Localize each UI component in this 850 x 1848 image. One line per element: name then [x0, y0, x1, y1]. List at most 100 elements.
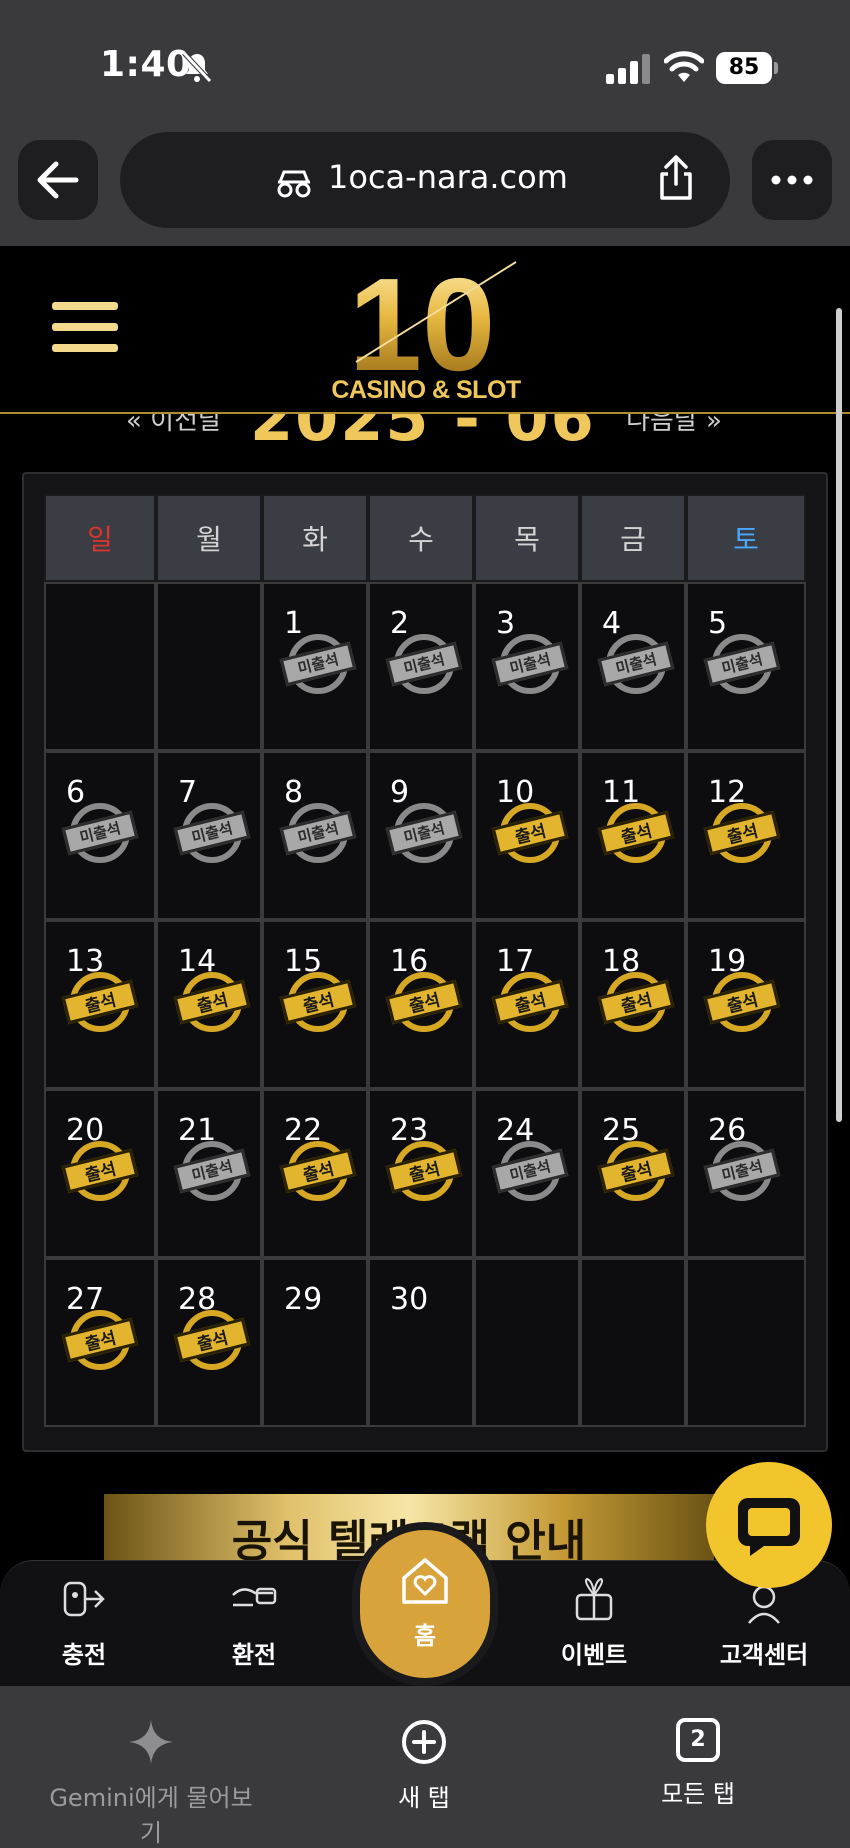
attended-stamp: 출석 — [596, 803, 676, 867]
battery-icon: 85 — [716, 52, 778, 84]
page-scrollbar[interactable] — [836, 308, 842, 1122]
chat-button[interactable] — [706, 1462, 832, 1588]
attended-stamp: 출석 — [60, 1310, 140, 1374]
web-content: 10 CASINO & SLOT « 이전달 2025 - 06 다음달 » 일… — [0, 246, 850, 1686]
url-bar[interactable]: 1oca-nara.com — [120, 132, 730, 228]
absent-stamp: 미출석 — [384, 634, 464, 698]
svg-text:10: 10 — [349, 252, 496, 382]
calendar-day-cell[interactable]: 15 출석 — [262, 920, 368, 1089]
absent-stamp: 미출석 — [490, 1141, 570, 1205]
gemini-label: Gemini에게 물어보기 — [49, 1784, 253, 1847]
calendar-empty-cell — [474, 1258, 580, 1427]
url-text: 1oca-nara.com — [328, 158, 568, 196]
calendar-day-cell[interactable]: 28 출석 — [156, 1258, 262, 1427]
site-header: 10 CASINO & SLOT — [0, 246, 850, 414]
gemini-sparkle-icon — [129, 1720, 173, 1764]
calendar-week-row: 13 출석 14 출석 15 출석 16 출석 17 출석 18 출석 19 출석 — [44, 920, 806, 1089]
weekday-header-cell: 목 — [474, 494, 580, 582]
calendar-day-cell[interactable]: 11 출석 — [580, 751, 686, 920]
calendar-day-cell[interactable]: 16 출석 — [368, 920, 474, 1089]
nav-event[interactable]: 이벤트 — [534, 1575, 654, 1670]
site-logo[interactable]: 10 CASINO & SLOT — [316, 251, 536, 412]
attended-stamp: 출석 — [702, 803, 782, 867]
calendar-day-cell[interactable]: 5 미출석 — [686, 582, 806, 751]
nav-deposit[interactable]: 충전 — [24, 1575, 144, 1670]
calendar-day-cell[interactable]: 17 출석 — [474, 920, 580, 1089]
gemini-button[interactable]: Gemini에게 물어보기 — [46, 1718, 256, 1848]
calendar-empty-cell — [686, 1258, 806, 1427]
share-icon[interactable] — [654, 154, 698, 202]
calendar-day-cell[interactable]: 29 — [262, 1258, 368, 1427]
nav-home-button[interactable]: 홈 — [360, 1530, 490, 1678]
calendar-day-cell[interactable]: 27 출석 — [44, 1258, 156, 1427]
hamburger-menu-icon[interactable] — [52, 302, 118, 360]
calendar-day-cell[interactable]: 12 출석 — [686, 751, 806, 920]
site-settings-icon — [277, 170, 311, 198]
calendar-day-cell[interactable]: 13 출석 — [44, 920, 156, 1089]
status-bar: 1:40 85 — [0, 0, 850, 130]
calendar-empty-cell — [156, 582, 262, 751]
calendar-day-cell[interactable]: 18 출석 — [580, 920, 686, 1089]
absent-stamp: 미출석 — [702, 634, 782, 698]
back-button[interactable] — [18, 140, 98, 220]
absent-stamp: 미출석 — [278, 634, 358, 698]
attended-stamp: 출석 — [278, 972, 358, 1036]
nav-home-label: 홈 — [413, 1622, 437, 1650]
calendar-day-cell[interactable]: 23 출석 — [368, 1089, 474, 1258]
calendar-day-cell[interactable]: 10 출석 — [474, 751, 580, 920]
attended-stamp: 출석 — [172, 1310, 252, 1374]
calendar-day-cell[interactable]: 14 출석 — [156, 920, 262, 1089]
calendar-day-cell[interactable]: 3 미출석 — [474, 582, 580, 751]
day-number: 30 — [390, 1282, 429, 1317]
absent-stamp: 미출석 — [172, 1141, 252, 1205]
more-dots-icon — [771, 175, 813, 185]
new-tab-button[interactable]: 새 탭 — [374, 1718, 474, 1813]
logo-mark: 10 — [349, 251, 517, 398]
new-tab-label: 새 탭 — [398, 1784, 450, 1812]
attended-stamp: 출석 — [60, 972, 140, 1036]
calendar-day-cell[interactable]: 21 미출석 — [156, 1089, 262, 1258]
calendar-day-cell[interactable]: 6 미출석 — [44, 751, 156, 920]
nav-deposit-label: 충전 — [61, 1641, 107, 1669]
all-tabs-button[interactable]: 2 모든 탭 — [648, 1718, 748, 1809]
weekday-header: 일월화수목금토 — [44, 494, 806, 582]
nav-support[interactable]: 고객센터 — [704, 1575, 824, 1670]
withdraw-icon — [232, 1587, 277, 1607]
attended-stamp: 출석 — [278, 1141, 358, 1205]
arrow-left-icon — [37, 161, 79, 199]
calendar-day-cell[interactable]: 22 출석 — [262, 1089, 368, 1258]
calendar-day-cell[interactable]: 9 미출석 — [368, 751, 474, 920]
wifi-icon — [664, 51, 704, 82]
calendar-day-cell[interactable]: 19 출석 — [686, 920, 806, 1089]
weekday-header-cell: 수 — [368, 494, 474, 582]
home-heart-icon — [402, 1558, 448, 1604]
logo-subtitle: CASINO & SLOT — [331, 376, 521, 404]
absent-stamp: 미출석 — [596, 634, 676, 698]
browser-toolbar: 1oca-nara.com — [0, 130, 850, 246]
browser-bottom-bar: Gemini에게 물어보기 새 탭 2 모든 탭 — [0, 1686, 850, 1848]
calendar-week-row: 27 출석 28 출석 29 30 — [44, 1258, 806, 1427]
absent-stamp: 미출석 — [384, 803, 464, 867]
absent-stamp: 미출석 — [278, 803, 358, 867]
calendar-day-cell[interactable]: 24 미출석 — [474, 1089, 580, 1258]
more-options-button[interactable] — [752, 140, 832, 220]
calendar-day-cell[interactable]: 20 출석 — [44, 1089, 156, 1258]
nav-withdraw-label: 환전 — [231, 1641, 277, 1669]
calendar-day-cell[interactable]: 25 출석 — [580, 1089, 686, 1258]
calendar-day-cell[interactable]: 7 미출석 — [156, 751, 262, 920]
calendar-day-cell[interactable]: 8 미출석 — [262, 751, 368, 920]
deposit-icon — [63, 1581, 105, 1617]
nav-withdraw[interactable]: 환전 — [194, 1575, 314, 1670]
attended-stamp: 출석 — [384, 1141, 464, 1205]
calendar-day-cell[interactable]: 4 미출석 — [580, 582, 686, 751]
attended-stamp: 출석 — [702, 972, 782, 1036]
calendar-day-cell[interactable]: 1 미출석 — [262, 582, 368, 751]
nav-support-label: 고객센터 — [719, 1641, 809, 1669]
calendar-day-cell[interactable]: 30 — [368, 1258, 474, 1427]
chat-bubble-icon — [738, 1498, 800, 1556]
calendar-day-cell[interactable]: 26 미출석 — [686, 1089, 806, 1258]
weekday-header-cell: 토 — [686, 494, 806, 582]
attended-stamp: 출석 — [490, 803, 570, 867]
calendar-day-cell[interactable]: 2 미출석 — [368, 582, 474, 751]
weekday-header-cell: 화 — [262, 494, 368, 582]
